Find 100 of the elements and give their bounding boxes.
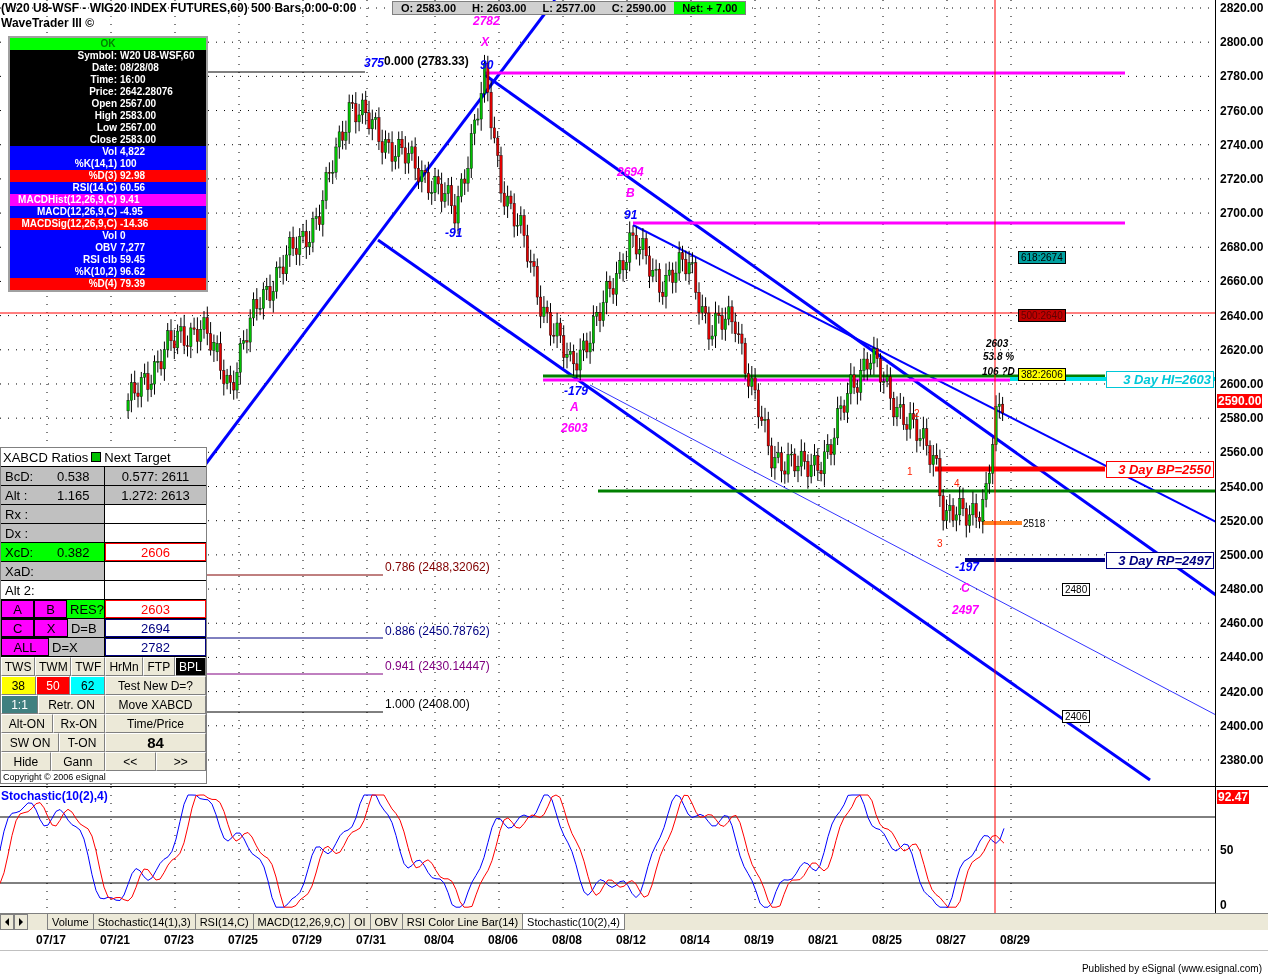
- net-change: Net: + 7.00: [674, 2, 746, 14]
- axis-label: 2580.00: [1219, 411, 1265, 426]
- axis-label: 2700.00: [1219, 206, 1265, 221]
- axis-label: 2440.00: [1219, 650, 1265, 665]
- tool-button[interactable]: Test New D=?: [105, 676, 206, 695]
- data-value: 16:00: [120, 74, 146, 86]
- tool-button[interactable]: T-ON: [59, 733, 105, 752]
- chart-label: -91: [445, 226, 463, 240]
- pattern-button[interactable]: B: [34, 600, 68, 618]
- chart-label: 375: [364, 56, 385, 70]
- quote-value: L: 2577.00: [541, 2, 597, 14]
- axis-label: 2520.00: [1219, 513, 1265, 528]
- chart-label: X: [481, 35, 489, 49]
- axis-label: 2540.00: [1219, 479, 1265, 494]
- date-label: 08/27: [936, 933, 966, 947]
- axis-label: 2640.00: [1219, 308, 1265, 323]
- price-tag: 382:2606: [1018, 368, 1066, 381]
- data-label: OBV: [94, 242, 118, 254]
- data-label: %K(10,2): [73, 266, 118, 278]
- tool-button[interactable]: 50: [35, 676, 71, 695]
- axis-label: 2380.00: [1219, 752, 1265, 767]
- data-value: 2567.00: [120, 122, 157, 134]
- data-label: %D(4): [87, 278, 118, 290]
- tool-button[interactable]: <<: [105, 752, 156, 771]
- axis-label: 2460.00: [1219, 616, 1265, 631]
- chart-title: (W20 U8-WSF - WIG20 INDEX FUTURES,60) 500 Bars,0:00-0:00: [1, 1, 357, 15]
- fib-level-label: 0.941 (2430.14447): [385, 659, 490, 673]
- indicator-tab[interactable]: Volume: [47, 914, 94, 930]
- axis-label: 2680.00: [1219, 240, 1265, 255]
- data-label: Symbol:: [76, 50, 118, 62]
- axis-label: 2720.00: [1219, 171, 1265, 186]
- pattern-label: D=X: [49, 638, 104, 656]
- tool-button[interactable]: >>: [155, 752, 206, 771]
- tool-button[interactable]: Rx-ON: [52, 714, 105, 733]
- data-label: RSI clb: [82, 254, 118, 266]
- chart-label: 2497: [952, 603, 979, 617]
- tool-button[interactable]: 84: [105, 733, 206, 752]
- data-label: MACDHist(12,26,9,C): [17, 194, 118, 206]
- panel-title: XABCD Ratios: [3, 449, 89, 465]
- tool-button[interactable]: Alt-ON: [1, 714, 53, 733]
- tool-button[interactable]: FTP: [143, 657, 175, 676]
- axis-label: 2480.00: [1219, 582, 1265, 597]
- pattern-button[interactable]: C: [1, 619, 35, 637]
- price-tag: 618:2674: [1018, 251, 1066, 264]
- tool-button[interactable]: TWM: [35, 657, 72, 676]
- ratio-label: Alt 2:: [4, 582, 36, 598]
- tool-button[interactable]: TWS: [1, 657, 36, 676]
- ratio-value: 0.538: [57, 468, 90, 484]
- pattern-button[interactable]: ALL: [1, 638, 49, 656]
- date-label: 07/25: [228, 933, 258, 947]
- level-label: 3 Day HI=2603: [1106, 371, 1214, 388]
- date-label: 08/04: [424, 933, 454, 947]
- tool-button[interactable]: 62: [70, 676, 105, 695]
- date-label: 07/21: [100, 933, 130, 947]
- data-value: 100: [120, 158, 137, 170]
- chart-label: -179: [564, 384, 589, 398]
- pattern-button[interactable]: X: [34, 619, 68, 637]
- data-value: -14.36: [120, 218, 149, 230]
- data-label: MACDSig(12,26,9,C): [20, 218, 118, 230]
- tool-button[interactable]: BPL: [174, 657, 206, 676]
- right-triangle-icon: [18, 918, 24, 926]
- chart-label: 53.8 %: [983, 351, 1015, 362]
- ratio-label: Alt :: [4, 487, 29, 503]
- indicator-title: Stochastic(10(2),4): [1, 789, 108, 803]
- chart-label: 3: [937, 538, 943, 549]
- axis-label: 2500.00: [1219, 547, 1265, 562]
- pattern-label: RES?: [67, 600, 104, 618]
- axis-label: 2620.00: [1219, 342, 1265, 357]
- data-value: 08/28/08: [120, 62, 159, 74]
- data-value: 2567.00: [120, 98, 157, 110]
- tool-button[interactable]: 1:1: [1, 695, 38, 714]
- tool-button[interactable]: Move XABCD: [105, 695, 206, 714]
- target-value: 2782: [141, 639, 170, 655]
- pattern-button[interactable]: A: [1, 600, 34, 618]
- date-label: 08/06: [488, 933, 518, 947]
- data-value: 2583.00: [120, 110, 157, 122]
- tool-button[interactable]: 38: [1, 676, 36, 695]
- date-label: 08/08: [552, 933, 582, 947]
- tool-button[interactable]: SW ON: [1, 733, 59, 752]
- level-label: 3 Day BP=2550: [1106, 461, 1214, 478]
- data-value: 2583.00: [120, 134, 157, 146]
- indicator-tab[interactable]: Stochastic(10(2),4): [522, 914, 626, 930]
- tool-button[interactable]: Time/Price: [105, 714, 206, 733]
- quote-value: O: 2583.00: [400, 2, 458, 14]
- axis-label: 2660.00: [1219, 274, 1265, 289]
- data-label: Low: [96, 122, 118, 134]
- tool-button[interactable]: Retr. ON: [38, 695, 105, 714]
- tool-button[interactable]: Hide: [1, 752, 51, 771]
- data-label: MACD(12,26,9,C): [35, 206, 118, 218]
- chart-label: 2518: [1023, 518, 1046, 529]
- scroll-left-button[interactable]: [0, 914, 14, 930]
- chart-label: 1: [907, 466, 913, 477]
- tool-button[interactable]: TWF: [71, 657, 105, 676]
- tool-button[interactable]: Gann: [50, 752, 105, 771]
- ratio-label: Rx :: [4, 506, 30, 522]
- ratio-value: 0.382: [57, 544, 90, 560]
- chart-label: 0.000 (2783.33): [384, 54, 469, 68]
- square-icon: [91, 452, 102, 462]
- tool-button[interactable]: HrMn: [105, 657, 144, 676]
- scroll-right-button[interactable]: [14, 914, 28, 930]
